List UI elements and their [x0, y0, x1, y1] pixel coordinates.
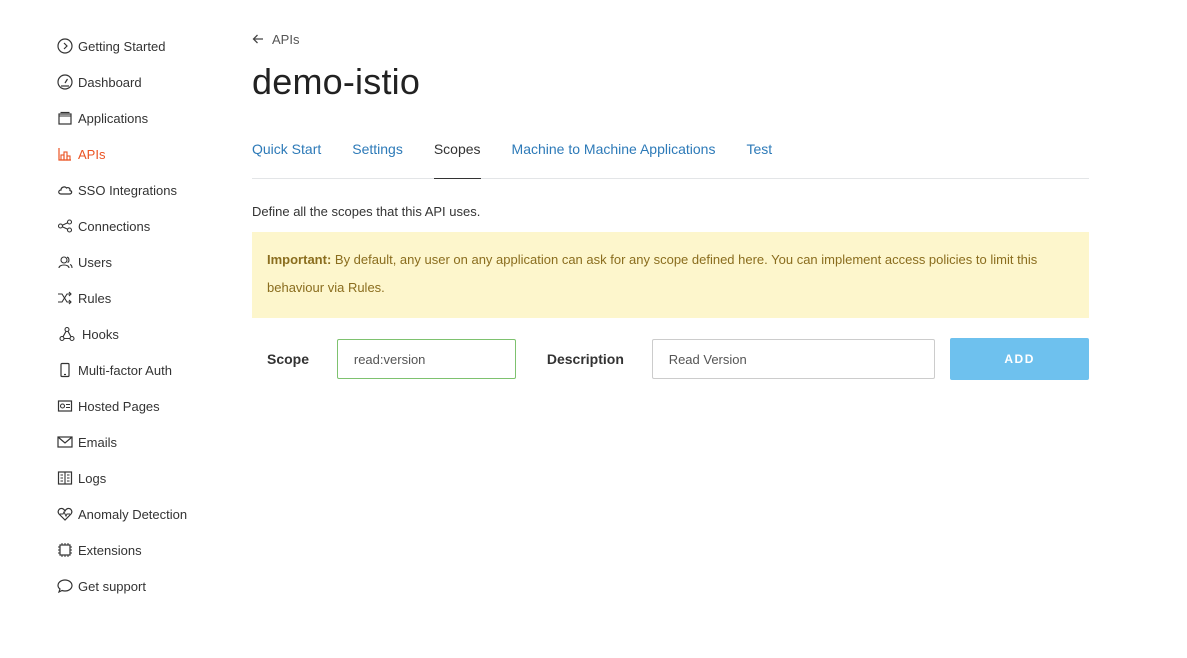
connections-icon	[56, 217, 74, 235]
tab-machine-to-machine-applications[interactable]: Machine to Machine Applications	[512, 138, 716, 174]
sidebar-item-label: Rules	[78, 290, 112, 306]
sidebar-item-label: Dashboard	[78, 74, 142, 90]
sidebar-item-hooks[interactable]: Hooks	[56, 316, 236, 352]
sidebar-item-label: Emails	[78, 434, 118, 450]
sidebar-item-label: APIs	[78, 146, 106, 162]
api-blocks-icon	[56, 145, 74, 163]
users-icon	[56, 253, 74, 271]
sidebar: Getting Started Dashboard Applications A…	[56, 28, 236, 604]
arrow-left-icon	[252, 34, 263, 44]
sidebar-item-label: Multi-factor Auth	[78, 362, 172, 378]
sidebar-item-label: SSO Integrations	[78, 182, 177, 198]
sidebar-item-logs[interactable]: Logs	[56, 460, 236, 496]
notice-prefix: Important:	[267, 252, 332, 267]
sidebar-item-label: Logs	[78, 470, 107, 486]
sidebar-item-label: Anomaly Detection	[78, 506, 188, 522]
book-icon	[56, 469, 74, 487]
hooks-icon	[58, 325, 76, 343]
shuffle-icon	[56, 289, 74, 307]
chat-bubble-icon	[56, 577, 74, 595]
notice-text: By default, any user on any application …	[267, 252, 1038, 295]
hosted-pages-icon	[56, 397, 74, 415]
sidebar-item-dashboard[interactable]: Dashboard	[56, 64, 236, 100]
tab-settings[interactable]: Settings	[352, 138, 403, 174]
sidebar-item-label: Hosted Pages	[78, 398, 160, 414]
sidebar-item-rules[interactable]: Rules	[56, 280, 236, 316]
breadcrumb-back-link[interactable]: APIs	[252, 28, 299, 50]
add-scope-button[interactable]: ADD	[950, 338, 1089, 380]
sidebar-item-label: Extensions	[78, 542, 142, 558]
important-notice: Important: By default, any user on any a…	[252, 232, 1089, 318]
heart-pulse-icon	[56, 505, 74, 523]
sidebar-item-connections[interactable]: Connections	[56, 208, 236, 244]
sidebar-item-extensions[interactable]: Extensions	[56, 532, 236, 568]
tab-test[interactable]: Test	[746, 138, 772, 174]
description-label: Description	[546, 351, 624, 367]
sidebar-item-label: Hooks	[82, 326, 119, 342]
gauge-icon	[56, 73, 74, 91]
sidebar-item-label: Users	[78, 254, 112, 270]
sidebar-item-get-support[interactable]: Get support	[56, 568, 236, 604]
main-content: APIs demo-istio Quick Start Settings Sco…	[252, 28, 1089, 380]
chip-icon	[56, 541, 74, 559]
sidebar-item-multi-factor-auth[interactable]: Multi-factor Auth	[56, 352, 236, 388]
cloud-icon	[56, 181, 74, 199]
sidebar-item-getting-started[interactable]: Getting Started	[56, 28, 236, 64]
sidebar-item-label: Getting Started	[78, 38, 166, 54]
tab-quick-start[interactable]: Quick Start	[252, 138, 321, 174]
sidebar-item-sso-integrations[interactable]: SSO Integrations	[56, 172, 236, 208]
scopes-description: Define all the scopes that this API uses…	[252, 204, 481, 219]
description-input[interactable]	[651, 339, 936, 379]
sidebar-item-label: Get support	[78, 578, 146, 594]
sidebar-item-anomaly-detection[interactable]: Anomaly Detection	[56, 496, 236, 532]
scope-input[interactable]	[336, 339, 516, 379]
sidebar-item-applications[interactable]: Applications	[56, 100, 236, 136]
phone-icon	[56, 361, 74, 379]
sidebar-item-label: Applications	[78, 110, 149, 126]
page-title: demo-istio	[252, 61, 421, 102]
breadcrumb-label: APIs	[272, 31, 300, 47]
sidebar-item-emails[interactable]: Emails	[56, 424, 236, 460]
sidebar-item-hosted-pages[interactable]: Hosted Pages	[56, 388, 236, 424]
sidebar-item-apis[interactable]: APIs	[56, 136, 236, 172]
tab-bar: Quick Start Settings Scopes Machine to M…	[252, 138, 1089, 179]
window-stack-icon	[56, 109, 74, 127]
add-scope-form: Scope Description ADD	[252, 338, 1089, 380]
sidebar-item-users[interactable]: Users	[56, 244, 236, 280]
sidebar-item-label: Connections	[78, 218, 151, 234]
envelope-icon	[56, 433, 74, 451]
play-circle-icon	[56, 37, 74, 55]
scope-label: Scope	[267, 351, 310, 367]
tab-scopes[interactable]: Scopes	[433, 138, 481, 179]
